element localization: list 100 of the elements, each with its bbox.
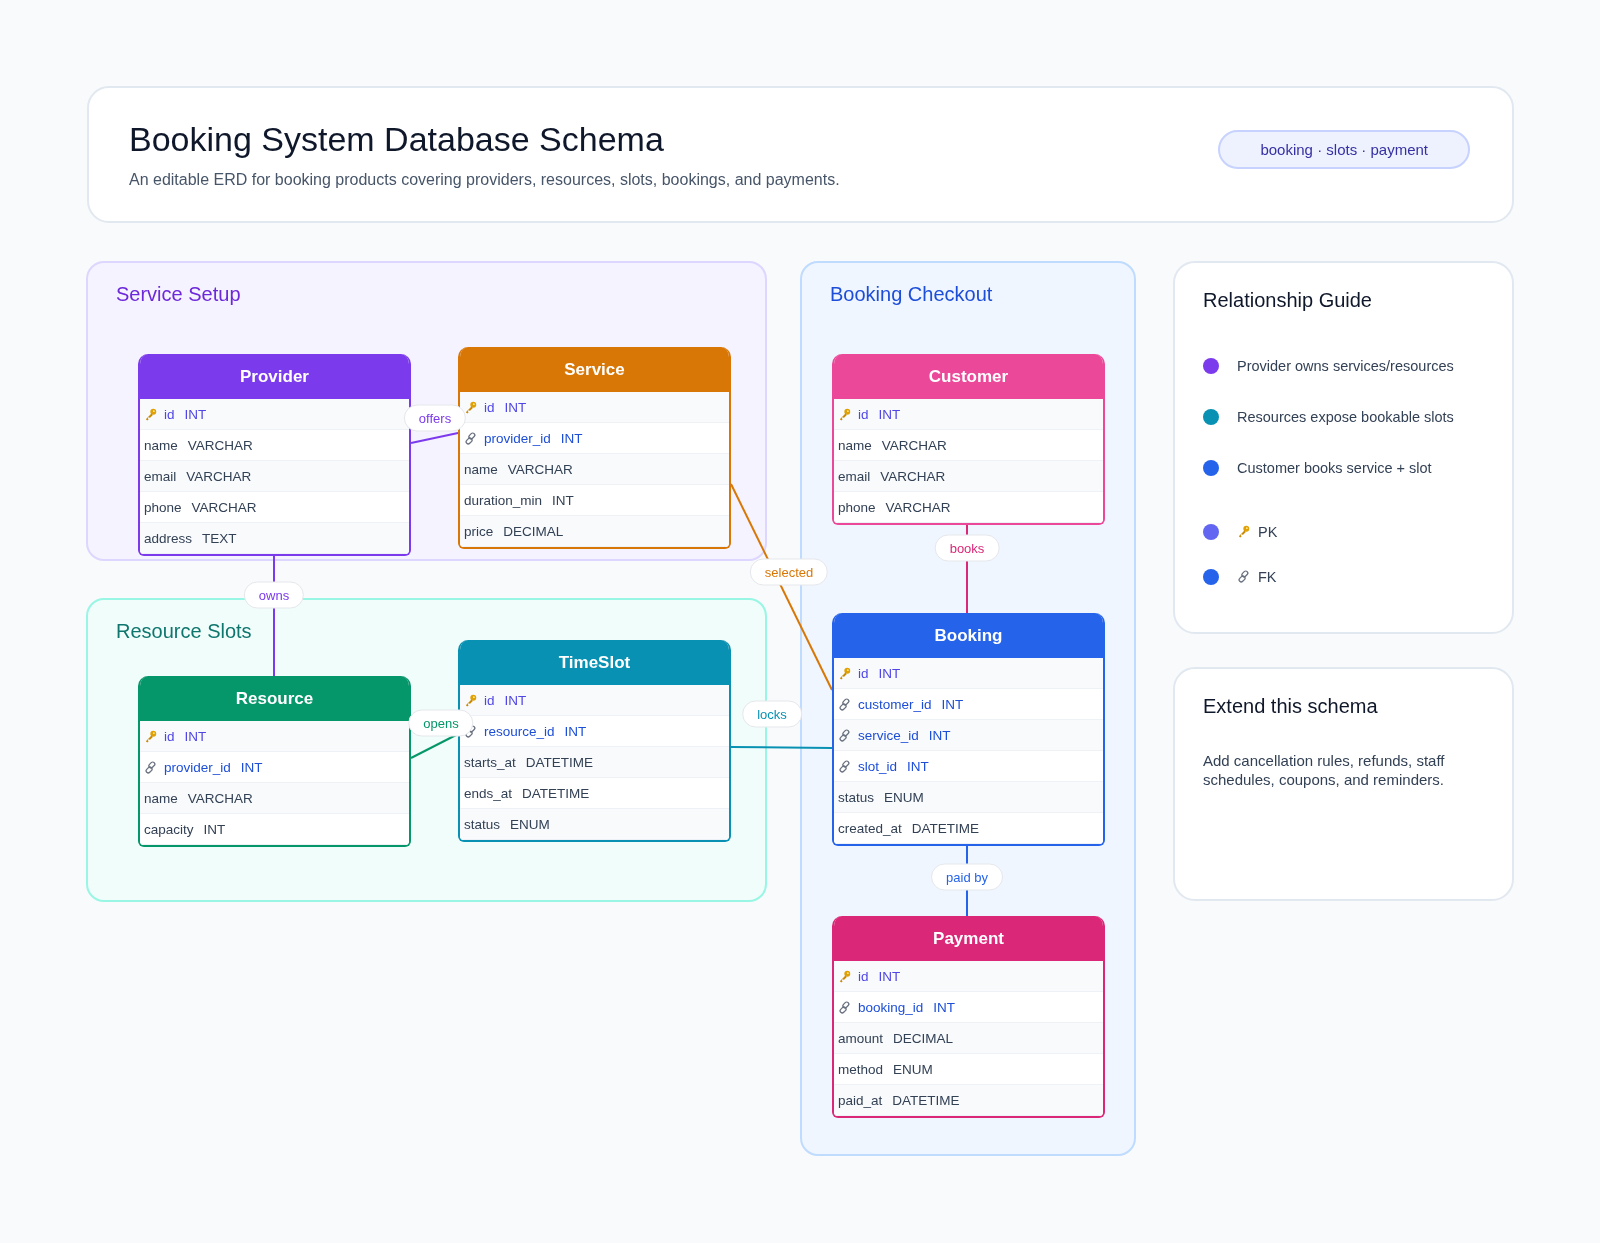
entity-header: TimeSlot (460, 640, 729, 685)
relation-label: owns (243, 581, 305, 609)
field-name: service_id (858, 727, 919, 743)
field-type: VARCHAR (885, 499, 951, 515)
field-type: ENUM (884, 789, 924, 805)
relation-label: selected (749, 558, 829, 586)
key-icon (144, 407, 157, 421)
field-name: name (464, 461, 498, 477)
key-icon (838, 407, 851, 421)
key-icon (464, 693, 477, 707)
entity-header: Service (460, 347, 729, 392)
field-name: resource_id (484, 723, 555, 739)
field-name: id (858, 665, 869, 681)
field-name: address (144, 530, 193, 546)
legend-text: FK (1258, 568, 1277, 585)
field-type: VARCHAR (507, 461, 573, 477)
field-name: id (164, 406, 175, 422)
field-type: VARCHAR (191, 499, 257, 515)
field-type: INT (184, 728, 207, 744)
field-name: capacity (144, 821, 194, 837)
field-type: VARCHAR (187, 437, 253, 453)
legend-text: Customer books service + slot (1237, 459, 1432, 476)
field-type: VARCHAR (186, 468, 252, 484)
field-name: name (838, 437, 872, 453)
link-icon (838, 728, 851, 742)
group-title: Resource Slots (116, 620, 252, 643)
page-title: Booking System Database Schema (129, 120, 665, 159)
field-type: INT (928, 727, 951, 743)
tag-pill: booking · slots · payment (1218, 130, 1470, 169)
entity-header: Payment (834, 916, 1103, 961)
entity-header: Provider (140, 354, 409, 399)
field-type: DATETIME (911, 820, 980, 836)
field-type: INT (560, 430, 583, 446)
field-name: id (484, 399, 495, 415)
field-name: status (838, 789, 875, 805)
field-type: DECIMAL (503, 523, 564, 539)
field-type: INT (941, 696, 964, 712)
group-title: Service Setup (116, 283, 241, 306)
field-name: provider_id (484, 430, 551, 446)
field-name: id (484, 692, 495, 708)
key-icon (838, 666, 851, 680)
field-name: created_at (838, 820, 902, 836)
link-icon (838, 1000, 851, 1014)
link-icon (464, 431, 477, 445)
field-name: paid_at (838, 1092, 883, 1108)
legend-text: Provider owns services/resources (1237, 357, 1454, 374)
field-type: INT (504, 692, 527, 708)
field-name: provider_id (164, 759, 231, 775)
group-title: Booking Checkout (830, 283, 993, 306)
legend-text: Resources expose bookable slots (1237, 408, 1454, 425)
relation-label: paid by (931, 863, 1003, 891)
key-icon (1237, 525, 1250, 538)
link-icon (1237, 570, 1250, 583)
field-name: price (464, 523, 494, 539)
field-name: booking_id (858, 999, 924, 1015)
field-name: method (838, 1061, 884, 1077)
field-type: INT (878, 665, 901, 681)
field-type: DATETIME (525, 754, 594, 770)
field-name: name (144, 790, 178, 806)
field-type: INT (907, 758, 929, 774)
field-type: VARCHAR (187, 790, 253, 806)
field-type: ENUM (893, 1061, 933, 1077)
field-type: INT (933, 999, 956, 1015)
legend-text: PK (1258, 523, 1278, 540)
field-type: VARCHAR (881, 437, 947, 453)
field-name: id (164, 728, 175, 744)
field-name: ends_at (464, 785, 513, 801)
link-icon (144, 760, 157, 774)
entity-header: Resource (140, 676, 409, 721)
field-type: TEXT (202, 530, 237, 546)
field-type: DECIMAL (893, 1030, 954, 1046)
link-icon (464, 724, 477, 738)
field-name: name (144, 437, 178, 453)
field-name: starts_at (464, 754, 516, 770)
entity-header: Booking (834, 613, 1103, 658)
page-subtitle: An editable ERD for booking products covering providers, resources, slots, bookings, and payments. (129, 171, 840, 189)
field-name: phone (838, 499, 876, 515)
field-name: customer_id (858, 696, 932, 712)
info-text: Add cancellation rules, refunds, staff schedules, coupons, and reminders. (1203, 752, 1446, 790)
field-name: id (858, 406, 869, 422)
field-type: DATETIME (892, 1092, 960, 1108)
field-type: VARCHAR (880, 468, 946, 484)
relation-label: locks (742, 700, 802, 728)
field-name: email (144, 468, 177, 484)
field-type: INT (504, 399, 527, 415)
entity-header: Customer (834, 354, 1103, 399)
link-icon (838, 759, 851, 773)
field-type: INT (240, 759, 263, 775)
field-type: INT (878, 406, 901, 422)
field-type: ENUM (510, 816, 550, 832)
field-type: INT (203, 821, 226, 837)
field-type: INT (564, 723, 587, 739)
field-name: id (858, 968, 869, 984)
field-name: amount (838, 1030, 884, 1046)
key-icon (464, 400, 477, 414)
key-icon (144, 729, 157, 743)
info-title: Extend this schema (1203, 695, 1378, 718)
field-name: slot_id (858, 758, 898, 774)
field-type: DATETIME (522, 785, 590, 801)
field-type: INT (552, 492, 574, 508)
